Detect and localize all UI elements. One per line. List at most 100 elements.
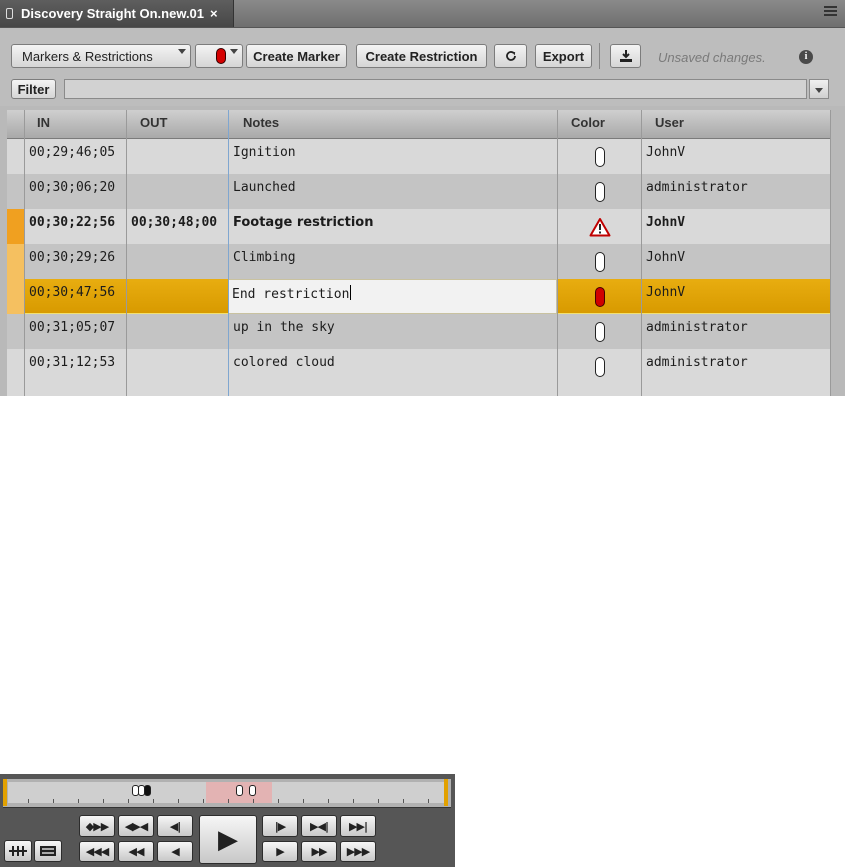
timeline-track[interactable] bbox=[8, 782, 444, 803]
column-header-out[interactable]: OUT bbox=[140, 110, 167, 138]
column-header-in[interactable]: IN bbox=[37, 110, 50, 138]
layout-icon bbox=[9, 846, 27, 856]
cell-color[interactable] bbox=[558, 139, 641, 174]
column-divider bbox=[557, 110, 558, 396]
create-restriction-button[interactable]: Create Restriction bbox=[356, 44, 487, 68]
timeline-end-marker[interactable] bbox=[444, 779, 448, 806]
mark-in-button[interactable]: ◀▶◀ bbox=[118, 815, 154, 837]
cell-notes[interactable]: colored cloud bbox=[229, 349, 557, 384]
white-marker-icon bbox=[594, 322, 605, 342]
table-row[interactable]: 00;30;06;20 Launched administrator bbox=[7, 174, 831, 209]
refresh-button[interactable] bbox=[494, 44, 527, 68]
restriction-range-gutter bbox=[7, 279, 24, 314]
marker-color-select[interactable] bbox=[195, 44, 243, 68]
warning-triangle-icon bbox=[589, 218, 610, 237]
view-select[interactable]: Markers & Restrictions bbox=[11, 44, 191, 68]
play-in-to-out-button[interactable]: ◆▶▶ bbox=[79, 815, 115, 837]
step-forward-button[interactable]: ▶ bbox=[262, 841, 298, 862]
timeline-bar[interactable] bbox=[3, 779, 451, 808]
keyboard-button[interactable] bbox=[34, 840, 62, 862]
table-row[interactable]: 00;31;05;07 up in the sky administrator bbox=[7, 314, 831, 349]
cell-notes[interactable]: up in the sky bbox=[229, 314, 557, 349]
timeline-start-marker[interactable] bbox=[3, 779, 7, 806]
table-row[interactable]: 00;29;46;05 Ignition JohnV bbox=[7, 139, 831, 174]
keyboard-icon bbox=[40, 846, 56, 856]
toolbar: Markers & Restrictions Create Marker Cre… bbox=[0, 28, 845, 76]
timeline-marker[interactable] bbox=[236, 785, 243, 796]
cell-color[interactable] bbox=[558, 314, 641, 349]
cell-color[interactable] bbox=[558, 209, 641, 244]
cell-out[interactable] bbox=[127, 349, 228, 384]
tab-markers[interactable]: Discovery Straight On.new.01 × bbox=[0, 0, 234, 27]
cell-user[interactable]: JohnV bbox=[642, 139, 831, 174]
cell-color[interactable] bbox=[558, 279, 641, 314]
cell-color[interactable] bbox=[558, 244, 641, 279]
cell-user[interactable]: administrator bbox=[642, 174, 831, 209]
cell-out[interactable] bbox=[127, 244, 228, 279]
cell-in[interactable]: 00;29;46;05 bbox=[25, 139, 126, 174]
table-row-selected[interactable]: 00;30;47;56 End restriction JohnV bbox=[7, 279, 831, 314]
fast-forward-max-button[interactable]: ▶▶▶ bbox=[340, 841, 376, 862]
column-divider bbox=[24, 110, 25, 396]
play-button[interactable]: ▶ bbox=[199, 815, 257, 864]
cell-user[interactable]: administrator bbox=[642, 349, 831, 384]
text-cursor bbox=[350, 285, 352, 300]
tab-marker-icon bbox=[6, 8, 13, 19]
column-header-notes[interactable]: Notes bbox=[243, 110, 279, 138]
toolbar-divider bbox=[599, 43, 600, 69]
download-button[interactable] bbox=[610, 44, 641, 68]
table-header: IN OUT Notes Color User bbox=[7, 110, 831, 139]
fast-forward-button[interactable]: ▶▶ bbox=[301, 841, 337, 862]
notes-edit-value: End restriction bbox=[232, 287, 350, 302]
column-header-user[interactable]: User bbox=[655, 110, 684, 138]
table-row[interactable]: 00;30;29;26 Climbing JohnV bbox=[7, 244, 831, 279]
play-to-end-button[interactable]: ▶▶| bbox=[340, 815, 376, 837]
notes-edit-field[interactable]: End restriction bbox=[228, 279, 557, 314]
column-divider bbox=[641, 110, 642, 396]
cell-user[interactable]: JohnV bbox=[642, 279, 831, 314]
export-button[interactable]: Export bbox=[535, 44, 592, 68]
step-back-button[interactable]: ◀ bbox=[157, 841, 193, 862]
cell-out[interactable] bbox=[127, 279, 228, 314]
table-row[interactable]: 00;31;12;53 colored cloud administrator bbox=[7, 349, 831, 396]
cell-out[interactable] bbox=[127, 139, 228, 174]
column-header-color[interactable]: Color bbox=[571, 110, 605, 138]
cell-in[interactable]: 00;30;06;20 bbox=[25, 174, 126, 209]
cell-out[interactable]: 00;30;48;00 bbox=[127, 209, 228, 244]
tab-bar: Discovery Straight On.new.01 × bbox=[0, 0, 845, 28]
red-marker-icon bbox=[216, 48, 226, 64]
cell-notes[interactable]: Climbing bbox=[229, 244, 557, 279]
cell-notes[interactable]: Ignition bbox=[229, 139, 557, 174]
go-to-out-button[interactable]: |▶ bbox=[262, 815, 298, 837]
cell-in[interactable]: 00;31;12;53 bbox=[25, 349, 126, 384]
cell-in[interactable]: 00;31;05;07 bbox=[25, 314, 126, 349]
create-marker-button[interactable]: Create Marker bbox=[246, 44, 347, 68]
cell-out[interactable] bbox=[127, 174, 228, 209]
timeline-restriction-marker[interactable] bbox=[144, 785, 151, 796]
filter-input[interactable] bbox=[64, 79, 807, 99]
cell-user[interactable]: administrator bbox=[642, 314, 831, 349]
rewind-fast-button[interactable]: ◀◀◀ bbox=[79, 841, 115, 862]
mark-out-button[interactable]: ▶◀| bbox=[301, 815, 337, 837]
cell-user[interactable]: JohnV bbox=[642, 244, 831, 279]
cell-in[interactable]: 00;30;29;26 bbox=[25, 244, 126, 279]
cell-color[interactable] bbox=[558, 174, 641, 209]
table-row-restriction[interactable]: 00;30;22;56 00;30;48;00 Footage restrict… bbox=[7, 209, 831, 244]
toggle-layout-button[interactable] bbox=[4, 840, 32, 862]
cell-user[interactable]: JohnV bbox=[642, 209, 831, 244]
go-to-in-button[interactable]: ◀| bbox=[157, 815, 193, 837]
cell-in[interactable]: 00;30;47;56 bbox=[25, 279, 126, 314]
rewind-button[interactable]: ◀◀ bbox=[118, 841, 154, 862]
notes-edit-wrapper: End restriction bbox=[229, 280, 556, 313]
panel-menu-icon[interactable] bbox=[824, 6, 837, 19]
cell-notes[interactable]: Launched bbox=[229, 174, 557, 209]
cell-in[interactable]: 00;30;22;56 bbox=[25, 209, 126, 244]
timeline-marker[interactable] bbox=[249, 785, 256, 796]
tab-close-icon[interactable]: × bbox=[210, 6, 218, 21]
filter-button[interactable]: Filter bbox=[11, 79, 56, 99]
cell-notes[interactable]: Footage restriction bbox=[229, 209, 557, 244]
info-icon[interactable]: i bbox=[799, 50, 813, 64]
filter-dropdown-icon[interactable] bbox=[809, 79, 829, 99]
cell-out[interactable] bbox=[127, 314, 228, 349]
cell-color[interactable] bbox=[558, 349, 641, 384]
